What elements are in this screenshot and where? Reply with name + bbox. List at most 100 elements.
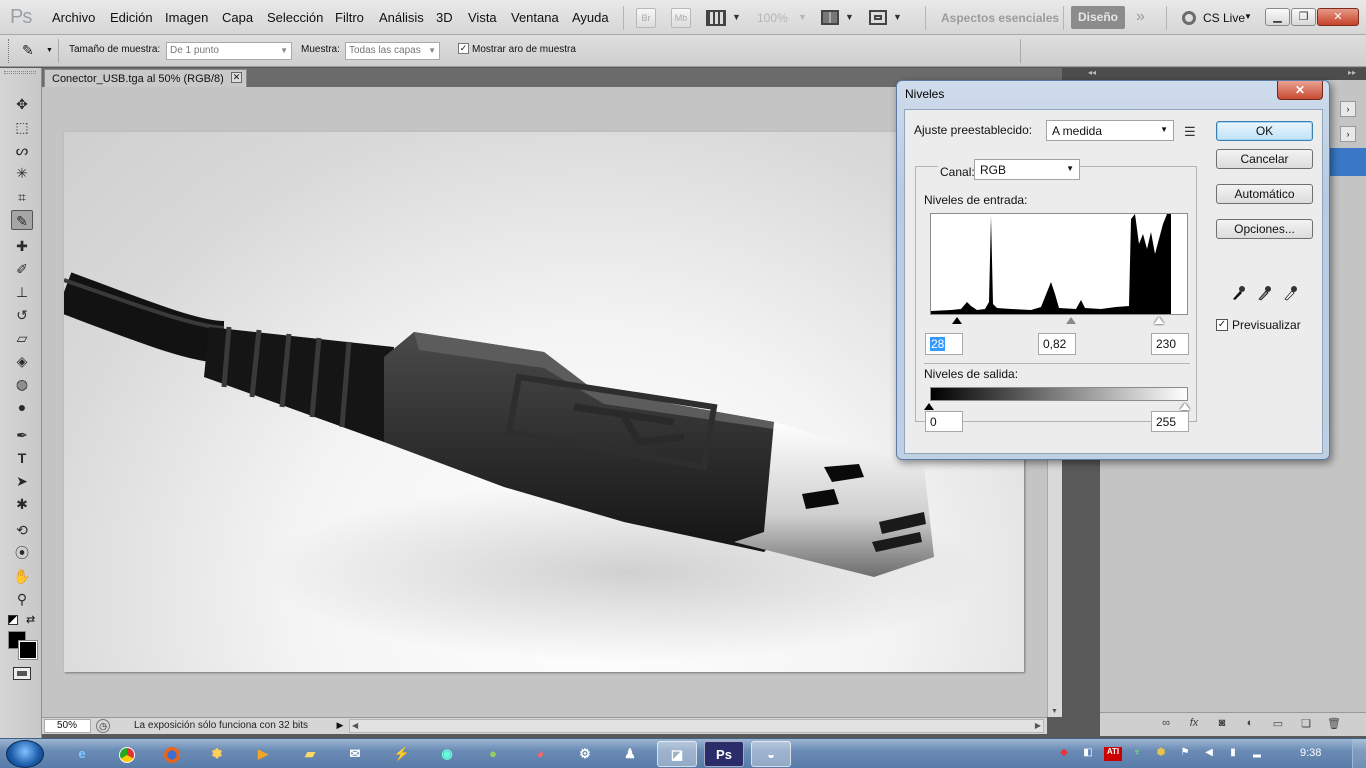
signal-bars-icon[interactable]: ▂ [1250, 747, 1264, 761]
black-point-eyedropper-icon[interactable] [1231, 285, 1245, 301]
3d-rotate-tool-icon[interactable]: ⟲ [11, 520, 33, 540]
start-button[interactable] [6, 740, 44, 768]
input-white-slider[interactable] [1154, 317, 1164, 324]
workspace-design[interactable]: Diseño [1071, 6, 1125, 29]
game-icon[interactable]: ● [473, 741, 513, 767]
quick-mask-icon[interactable] [13, 667, 31, 680]
document-tab[interactable]: Conector_USB.tga al 50% (RGB/8) ✕ [44, 69, 247, 87]
tray-icon[interactable]: ⬢ [1154, 747, 1168, 761]
media-player-icon[interactable]: ▶ [243, 741, 283, 767]
app-icon[interactable]: ♟ [610, 741, 650, 767]
ok-button[interactable]: OK [1216, 121, 1313, 141]
menu-archivo[interactable]: Archivo [52, 10, 95, 25]
menu-ayuda[interactable]: Ayuda [572, 10, 609, 25]
winamp-icon[interactable]: ⚡ [382, 741, 422, 767]
3d-orbit-tool-icon[interactable]: ⦿ [11, 543, 33, 563]
toolbox-grip[interactable] [4, 71, 36, 74]
dodge-tool-icon[interactable]: ● [11, 397, 33, 417]
menu-3d[interactable]: 3D [436, 10, 453, 25]
output-black-slider[interactable] [924, 403, 934, 410]
outlook-icon[interactable]: ✉ [335, 741, 375, 767]
menu-capa[interactable]: Capa [222, 10, 253, 25]
adjustment-layer-icon[interactable]: ◐ [1242, 717, 1258, 731]
explorer-folder-icon[interactable]: ▰ [290, 741, 330, 767]
magic-wand-tool-icon[interactable]: ✳ [11, 163, 33, 183]
chevron-down-icon[interactable]: ▼ [798, 12, 807, 22]
steam-icon[interactable]: ⚙ [565, 741, 605, 767]
zoom-field[interactable]: 50% [44, 719, 91, 733]
app-icon[interactable]: ◉ [427, 741, 467, 767]
input-gamma-field[interactable]: 0,82 [1038, 333, 1076, 355]
chrome-icon[interactable] [107, 741, 147, 767]
tray-icon[interactable]: ◧ [1081, 747, 1095, 761]
move-tool-icon[interactable]: ✥ [11, 94, 33, 114]
preview-checkbox[interactable]: ✓ [1216, 319, 1228, 331]
menu-analisis[interactable]: Análisis [379, 10, 424, 25]
scroll-down-icon[interactable]: ▼ [1051, 708, 1058, 715]
acrobat-tray-icon[interactable]: ◆ [1057, 747, 1071, 761]
preset-select[interactable]: A medida ▼ [1046, 120, 1174, 141]
menu-imagen[interactable]: Imagen [165, 10, 208, 25]
collapse-left-icon[interactable]: ◂◂ [1088, 68, 1096, 77]
input-white-field[interactable]: 230 [1151, 333, 1189, 355]
input-black-field[interactable]: 28 [925, 333, 963, 355]
pen-tool-icon[interactable]: ✒ [11, 425, 33, 445]
menu-seleccion[interactable]: Selección [267, 10, 323, 25]
menu-vista[interactable]: Vista [468, 10, 497, 25]
dialog-close-button[interactable]: ✕ [1277, 81, 1323, 100]
panel-expand-icon[interactable]: › [1340, 126, 1356, 142]
internet-explorer-icon[interactable]: e [62, 741, 102, 767]
link-layers-icon[interactable]: ∞ [1158, 717, 1174, 731]
custom-shape-tool-icon[interactable]: ✱ [11, 494, 33, 514]
battery-icon[interactable]: ▮ [1226, 747, 1240, 761]
healing-brush-tool-icon[interactable]: ✚ [11, 236, 33, 256]
history-brush-tool-icon[interactable]: ↺ [11, 305, 33, 325]
photoshop-taskbar-button[interactable]: Ps [704, 741, 744, 767]
preset-options-icon[interactable]: ☰ [1184, 124, 1196, 140]
gray-point-eyedropper-icon[interactable] [1257, 285, 1271, 301]
zoom-tool-icon[interactable]: ⚲ [11, 589, 33, 609]
blur-tool-icon[interactable]: ◍ [11, 374, 33, 394]
marquee-tool-icon[interactable]: ⬚ [11, 117, 33, 137]
network-tray-icon[interactable]: ♆ [1130, 747, 1144, 761]
background-color-swatch[interactable] [18, 640, 38, 660]
type-tool-icon[interactable]: T [11, 448, 33, 468]
auto-button[interactable]: Automático [1216, 184, 1313, 204]
horizontal-scrollbar[interactable]: ◀ ▶ [349, 719, 1044, 733]
input-black-slider[interactable] [952, 317, 962, 324]
sample-select[interactable]: Todas las capas ▼ [345, 42, 440, 60]
new-group-icon[interactable]: ▭ [1270, 717, 1286, 731]
layer-style-icon[interactable]: fx [1186, 717, 1202, 731]
taskbar-app-window[interactable]: ◪ [657, 741, 697, 767]
close-icon[interactable]: ✕ [231, 72, 242, 83]
hand-tool-icon[interactable]: ✋ [11, 566, 33, 586]
output-black-field[interactable]: 0 [925, 411, 963, 432]
restore-button[interactable]: ❐ [1291, 8, 1316, 26]
taskbar-app-window[interactable]: ◒ [751, 741, 791, 767]
eyedropper-tool-icon[interactable]: ✎ [11, 210, 33, 230]
crop-tool-icon[interactable]: ⌗ [11, 187, 33, 207]
eyedropper-preset-icon[interactable]: ✎ [22, 42, 34, 59]
zoom-level-dropdown[interactable]: 100% [757, 11, 788, 25]
action-center-flag-icon[interactable]: ⚑ [1178, 747, 1192, 761]
scroll-right-icon[interactable]: ▶ [1035, 721, 1041, 730]
white-point-eyedropper-icon[interactable] [1283, 285, 1297, 301]
show-ring-checkbox[interactable]: ✓ [458, 43, 469, 54]
scroll-left-icon[interactable]: ◀ [352, 721, 358, 730]
menu-ventana[interactable]: Ventana [511, 10, 559, 25]
chevron-down-icon[interactable]: ▼ [732, 12, 741, 22]
lasso-tool-icon[interactable]: ᔕ [11, 140, 33, 160]
input-gamma-slider[interactable] [1066, 317, 1076, 324]
menu-edicion[interactable]: Edición [110, 10, 153, 25]
path-selection-tool-icon[interactable]: ➤ [11, 471, 33, 491]
media-center-icon[interactable]: ✽ [197, 741, 237, 767]
brush-tool-icon[interactable]: ✐ [11, 259, 33, 279]
swap-colors-icon[interactable]: ⇄ [26, 613, 35, 626]
app-icon[interactable]: ◕ [520, 741, 560, 767]
layer-mask-icon[interactable]: ◙ [1214, 717, 1230, 731]
minibridge-button[interactable]: Mb [671, 8, 691, 28]
selected-layer-highlight[interactable] [1330, 148, 1366, 176]
chevron-down-icon[interactable]: ▼ [893, 12, 902, 22]
workspace-essentials[interactable]: Aspectos esenciales [941, 11, 1059, 25]
status-info-icon[interactable]: ◷ [96, 719, 110, 733]
